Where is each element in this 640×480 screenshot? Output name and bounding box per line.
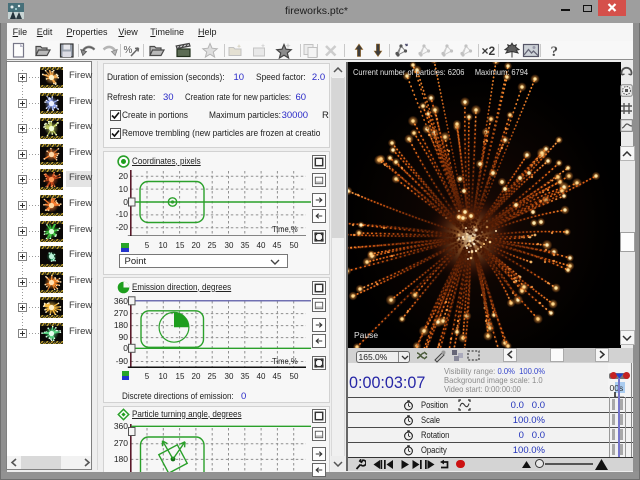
svg-text:%: % [123,45,132,56]
svg-text:×2: ×2 [481,44,495,58]
svg-text:?: ? [551,44,559,59]
